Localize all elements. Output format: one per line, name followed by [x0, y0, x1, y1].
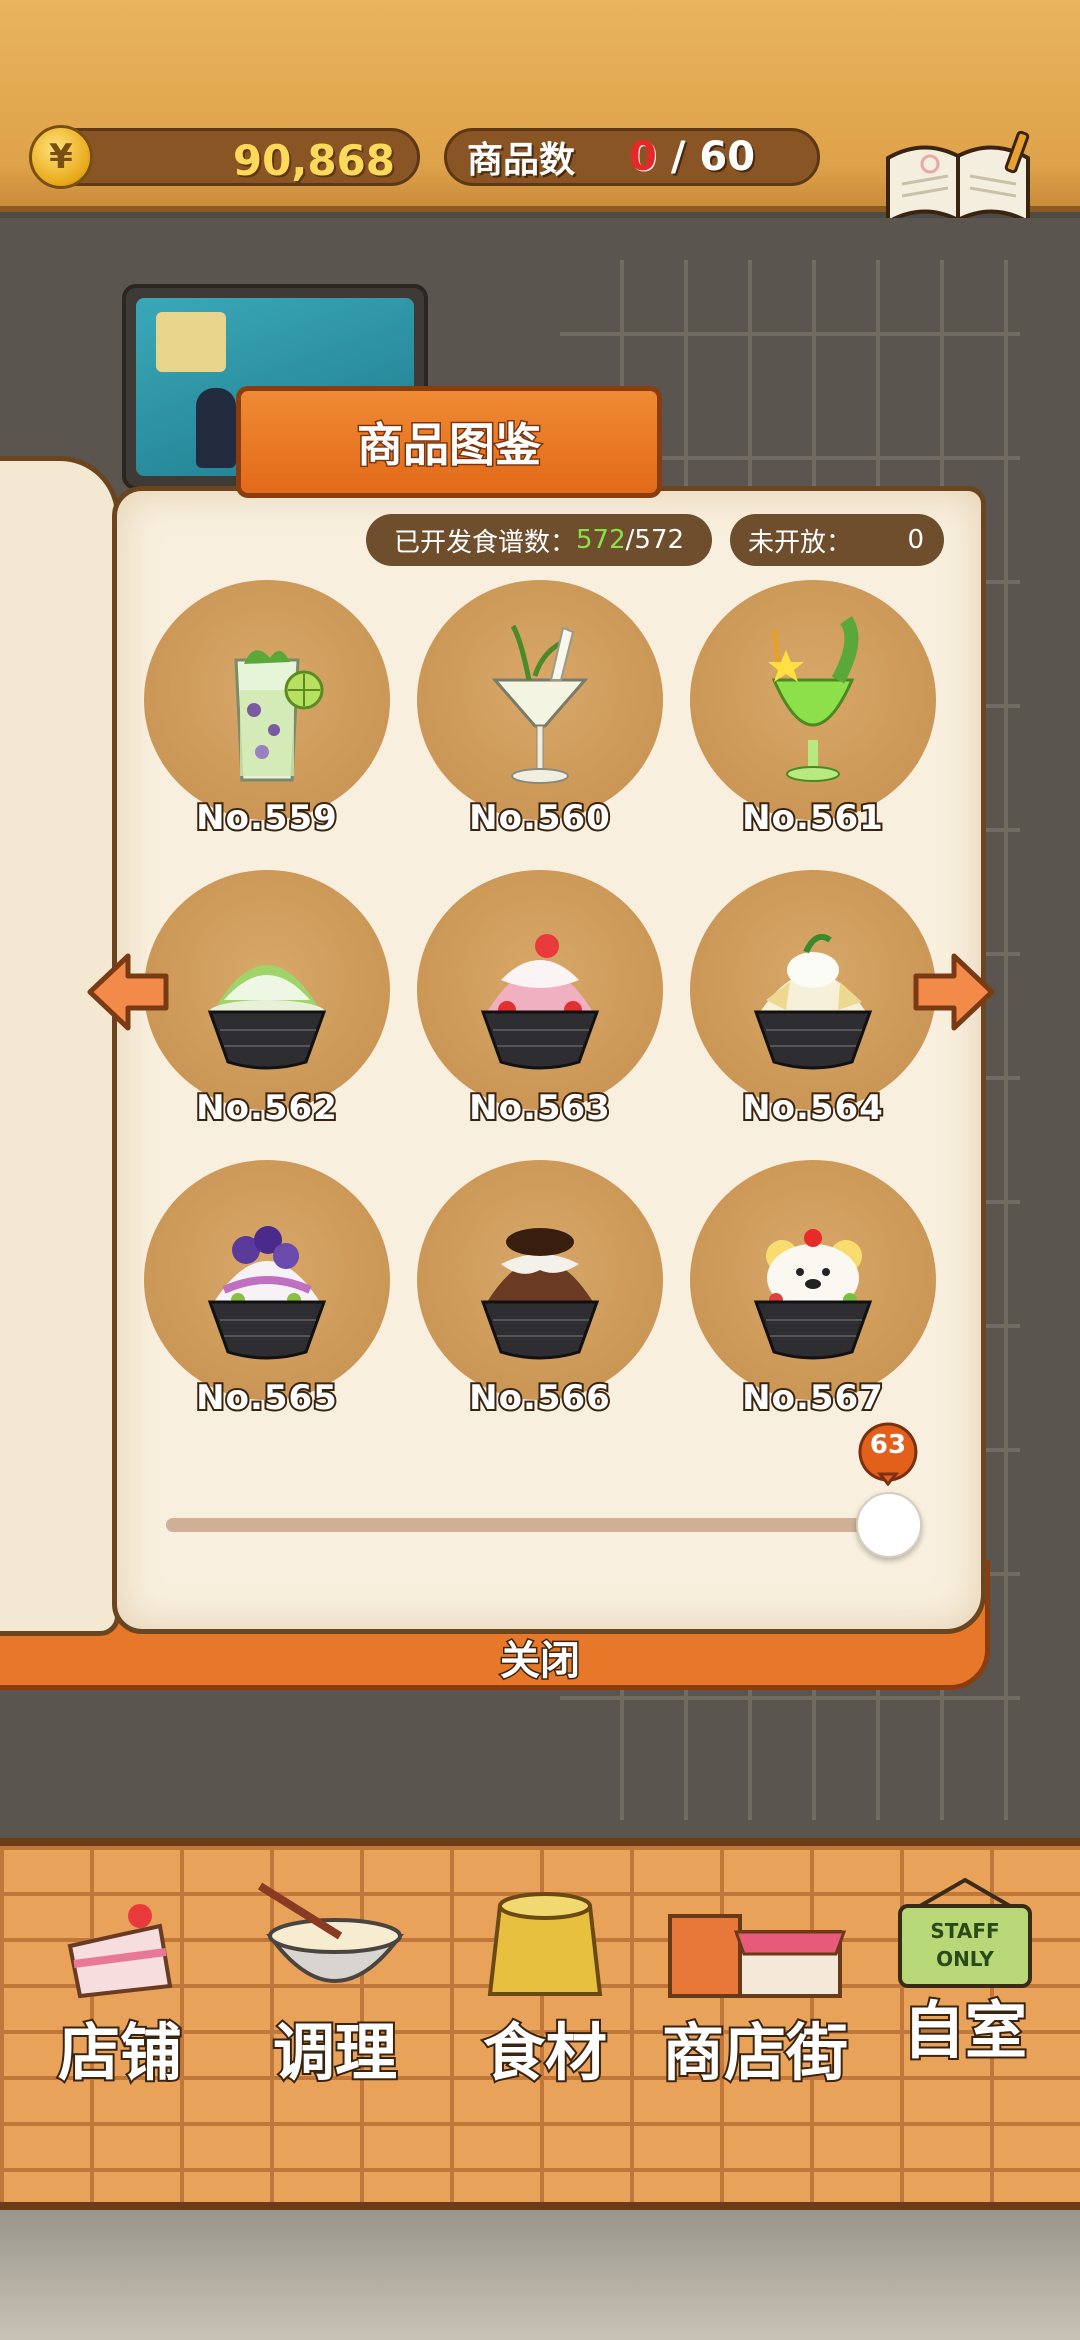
berry-shaved-ice-icon — [207, 1226, 327, 1360]
catalog-item[interactable]: No.563 — [417, 870, 663, 1130]
money-value: 90,868 — [232, 135, 395, 185]
developed-count: 572 — [576, 525, 626, 555]
item-number: No.560 — [467, 796, 612, 840]
page-slider-value: 63 — [869, 1430, 907, 1460]
bottom-navigation: 店铺 调理 食材 商店街 STAFF ONLY 自室 — [0, 1838, 1080, 2210]
item-number: No.565 — [194, 1376, 339, 1420]
nav-cook-button[interactable]: 调理 — [240, 1876, 430, 2096]
item-number: No.567 — [740, 1376, 885, 1420]
cake-icon — [67, 1904, 173, 1999]
mango-shaved-ice-icon — [753, 934, 873, 1070]
yen-coin-icon: ¥ — [29, 125, 93, 189]
developed-recipes-counter: 已开发食谱数： 572 /572 — [366, 514, 712, 566]
product-count-owned: 0 — [629, 134, 657, 180]
open-book-icon — [886, 130, 1030, 226]
unopened-counter: 未开放： 0 — [730, 514, 944, 566]
catalog-item[interactable]: No.561 — [690, 580, 936, 840]
close-button[interactable]: 关闭 — [440, 1628, 640, 1686]
next-page-arrow-icon[interactable] — [912, 950, 996, 1034]
item-number: No.561 — [740, 796, 885, 840]
mixing-bowl-icon — [257, 1882, 404, 1983]
nav-street-button[interactable]: 商店街 — [640, 1876, 870, 2096]
catalog-item[interactable]: No.564 — [690, 870, 936, 1130]
product-count-total: / 60 — [670, 134, 756, 180]
martini-glass-icon — [491, 624, 589, 784]
page-slider-thumb[interactable] — [856, 1492, 922, 1558]
chocolate-shaved-ice-icon — [480, 1228, 600, 1360]
nav-cook-label: 调理 — [271, 2014, 399, 2091]
item-number: No.564 — [740, 1086, 885, 1130]
item-number: No.562 — [194, 1086, 339, 1130]
mojito-glass-icon — [234, 650, 324, 782]
item-number: No.563 — [467, 1086, 612, 1130]
nav-food-label: 食材 — [481, 2014, 609, 2091]
svg-text:STAFF: STAFF — [930, 1919, 999, 1943]
unopened-count: 0 — [907, 525, 924, 555]
strawberry-shaved-ice-icon — [480, 934, 600, 1070]
catalog-item[interactable]: No.565 — [144, 1160, 390, 1420]
matcha-shaved-ice-icon — [207, 965, 327, 1070]
storefront-icon — [668, 1914, 847, 1998]
item-number: No.566 — [467, 1376, 612, 1420]
developed-total: /572 — [625, 525, 685, 555]
catalog-title: 商品图鉴 — [356, 417, 543, 474]
floor — [0, 2210, 1080, 2340]
bear-shaved-ice-icon — [753, 1229, 873, 1360]
developed-label: 已开发食谱数： — [394, 527, 577, 558]
catalog-item[interactable]: No.566 — [417, 1160, 663, 1420]
nav-room-label: 自室 — [901, 1992, 1029, 2069]
page-slider-track[interactable] — [166, 1518, 900, 1532]
nav-food-button[interactable]: 食材 — [460, 1876, 630, 2096]
nav-street-label: 商店街 — [660, 2014, 850, 2091]
unopened-label: 未开放： — [748, 527, 853, 558]
nav-shop-button[interactable]: 店铺 — [30, 1876, 210, 2096]
catalog-title-tab: 商品图鉴 — [236, 386, 662, 498]
book-left-page — [0, 456, 120, 1636]
nav-room-button[interactable]: STAFF ONLY 自室 — [880, 1876, 1050, 2096]
product-count-display: 商品数 0 / 60 — [444, 128, 820, 186]
nav-shop-label: 店铺 — [56, 2014, 184, 2091]
item-number: No.559 — [194, 796, 339, 840]
catalog-item[interactable]: No.559 — [144, 580, 390, 840]
catalog-item[interactable]: No.567 — [690, 1160, 936, 1420]
flour-bag-icon — [487, 1892, 603, 1996]
catalog-item[interactable]: No.560 — [417, 580, 663, 840]
catalog-item[interactable]: No.562 — [144, 870, 390, 1130]
melon-soda-icon — [768, 615, 859, 782]
svg-text:ONLY: ONLY — [936, 1947, 994, 1971]
previous-page-arrow-icon[interactable] — [86, 950, 170, 1034]
money-display: ¥ 90,868 — [29, 125, 420, 189]
product-count-label: 商品数 — [467, 140, 576, 181]
page-slider-bubble: 63 — [852, 1420, 924, 1487]
